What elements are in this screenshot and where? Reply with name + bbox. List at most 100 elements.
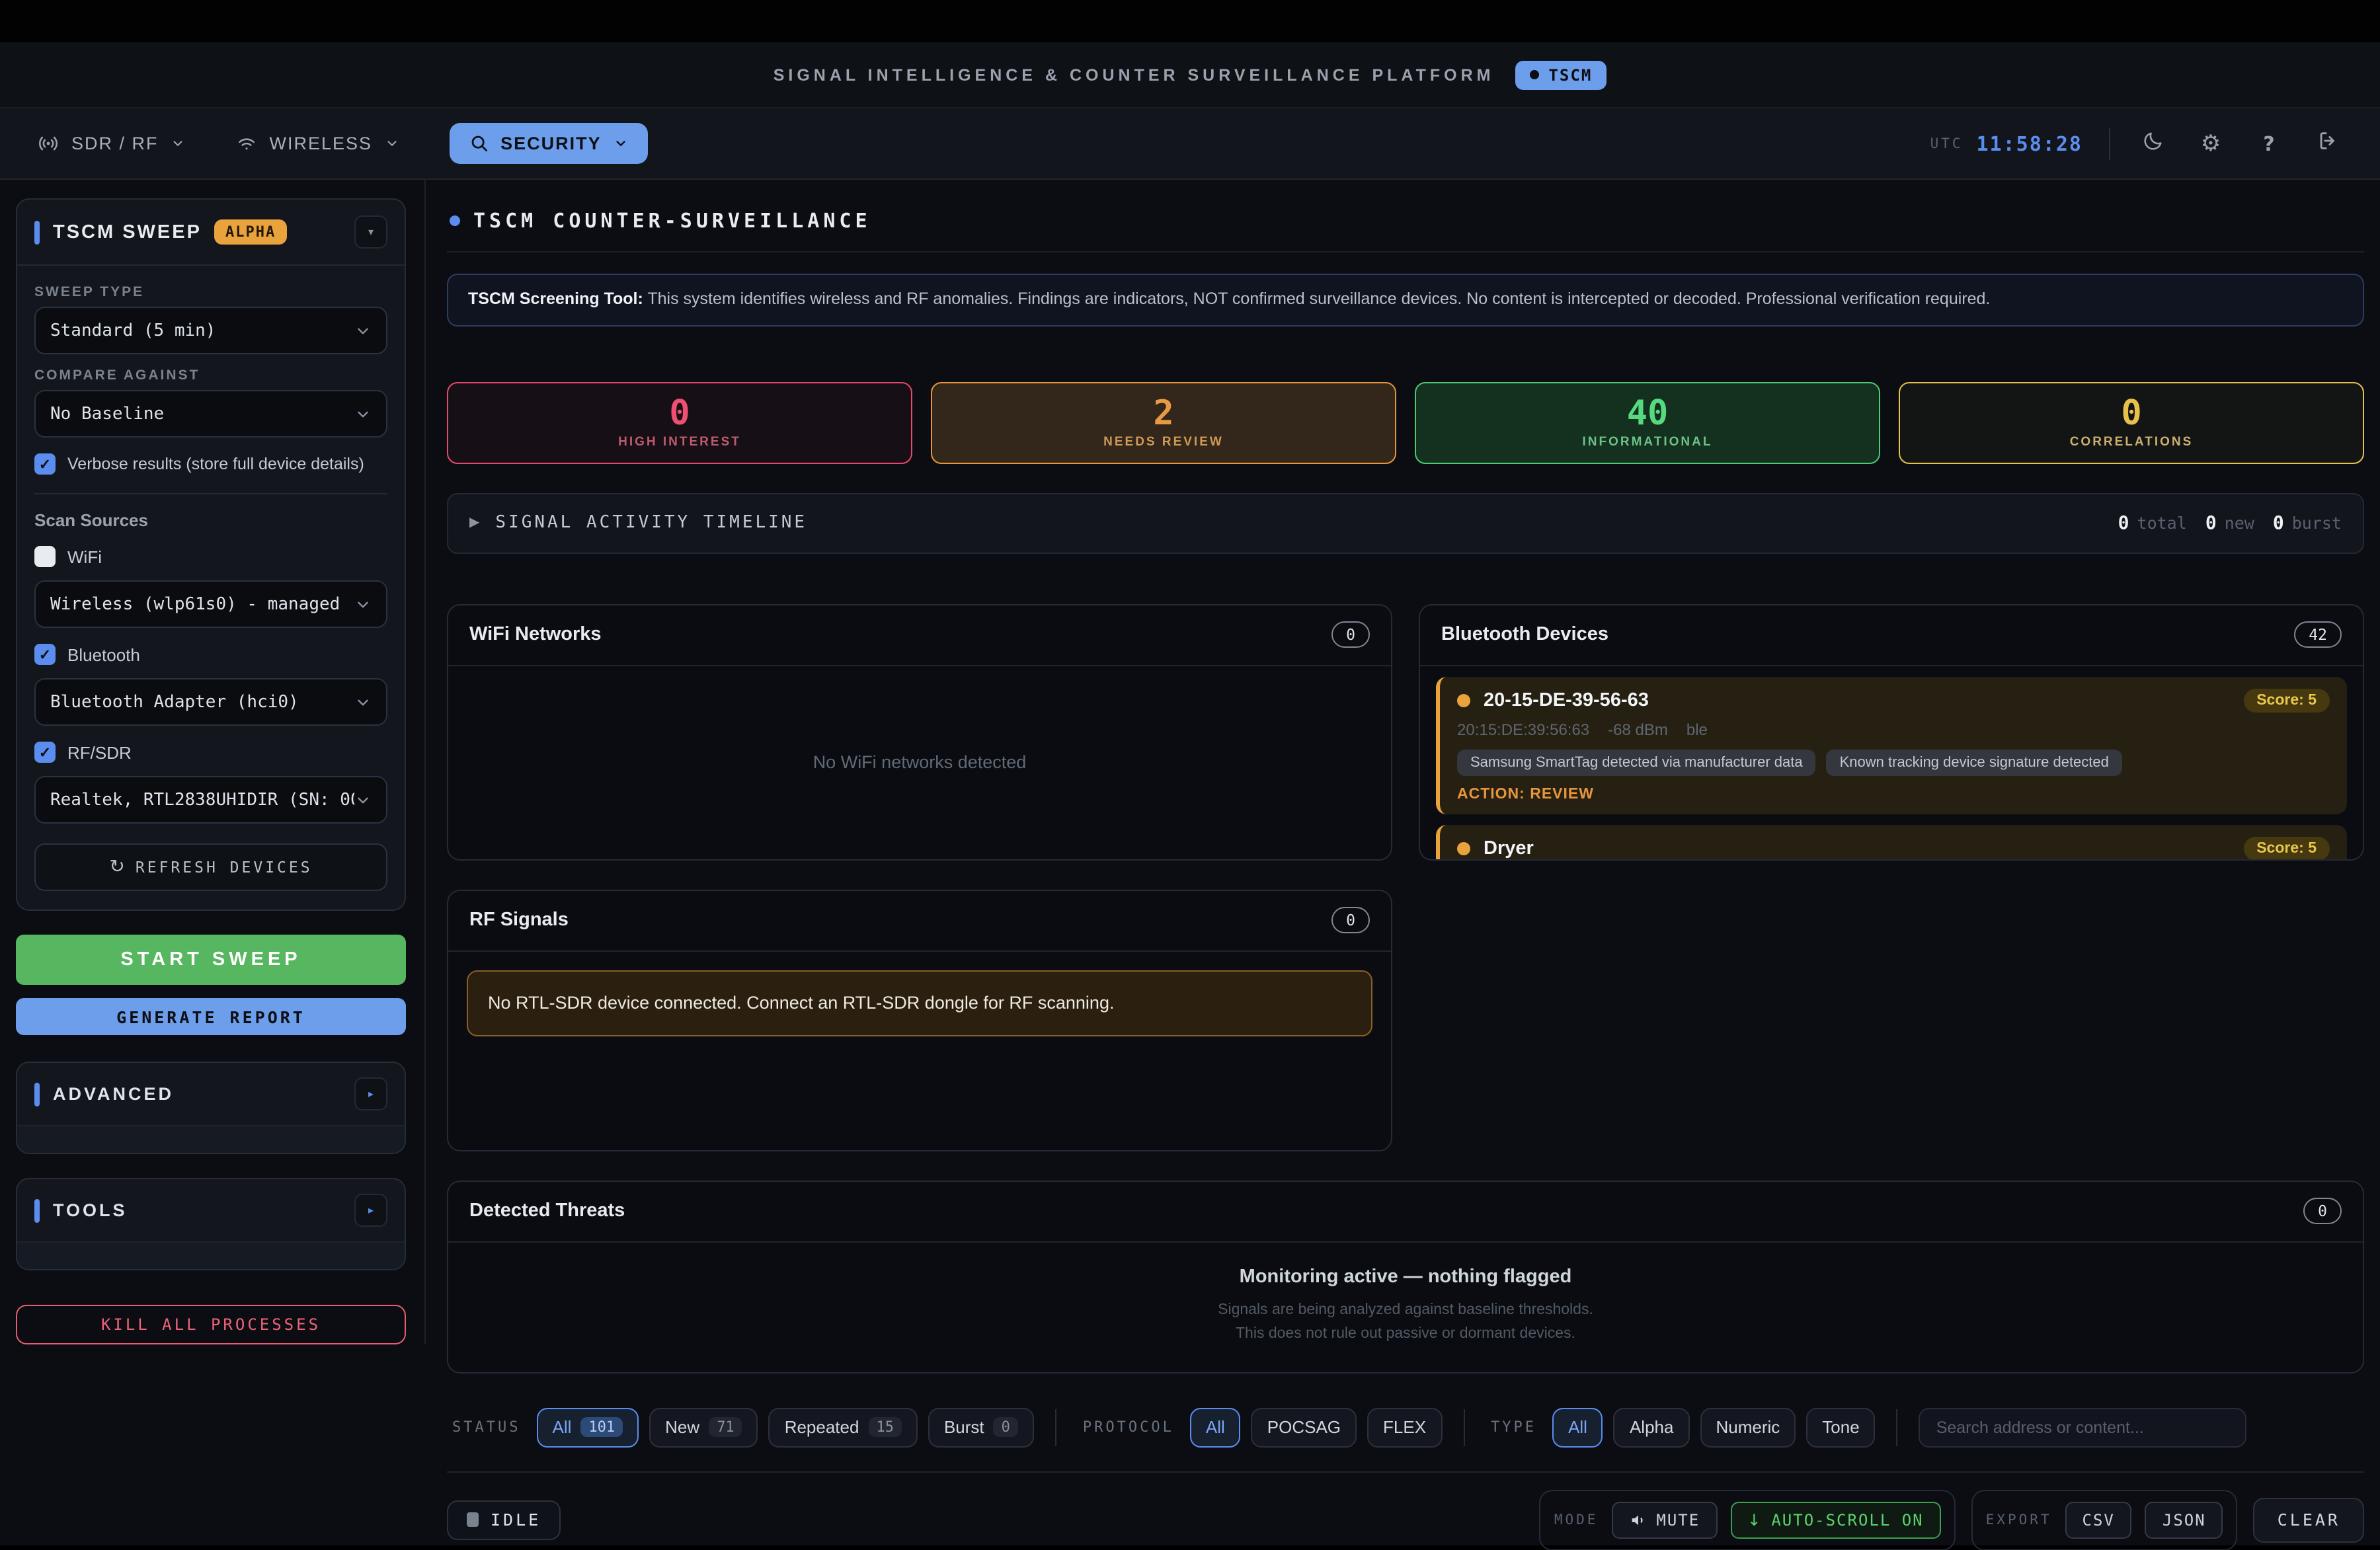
- tools-panel: TOOLS ▸: [16, 1178, 406, 1270]
- rfsdr-checkbox-row[interactable]: ✓ RF/SDR: [34, 742, 387, 763]
- expand-tools-button[interactable]: ▸: [354, 1194, 387, 1227]
- nav-security[interactable]: SECURITY: [449, 123, 648, 164]
- collapse-sweep-button[interactable]: ▾: [354, 215, 387, 249]
- wifi-adapter-select[interactable]: Wireless (wlp61s0) - managed: [34, 580, 387, 628]
- bluetooth-panel-header: Bluetooth Devices 42: [1420, 605, 2363, 666]
- refresh-devices-label: REFRESH DEVICES: [136, 858, 313, 876]
- chevron-down-icon: [384, 136, 399, 151]
- compare-against-label: COMPARE AGAINST: [34, 368, 387, 383]
- start-sweep-button[interactable]: START SWEEP: [16, 935, 406, 985]
- expand-advanced-button[interactable]: ▸: [354, 1077, 387, 1110]
- rfsdr-source-label: RF/SDR: [67, 742, 132, 762]
- filter-label: All: [1206, 1417, 1225, 1437]
- stat-value: 0: [2121, 396, 2141, 430]
- nav-sdr-rf[interactable]: SDR / RF: [37, 132, 185, 155]
- filter-label: Repeated: [785, 1417, 859, 1437]
- wifi-checkbox[interactable]: [34, 546, 56, 567]
- filter-divider: [1055, 1409, 1056, 1446]
- advanced-header[interactable]: ADVANCED ▸: [17, 1063, 405, 1126]
- run-state-pill: IDLE: [447, 1500, 561, 1539]
- device-title-row: 20-15-DE-39-56-63 Score: 5: [1457, 688, 2330, 712]
- brand-badge-label: TSCM: [1548, 65, 1592, 84]
- main-column: TSCM COUNTER-SURVEILLANCE TSCM Screening…: [426, 180, 2380, 1550]
- generate-report-button[interactable]: GENERATE REPORT: [16, 998, 406, 1035]
- timeline-total-value: 0: [2118, 512, 2129, 533]
- wifi-count-badge: 0: [1331, 621, 1370, 648]
- help-icon[interactable]: ?: [2253, 132, 2285, 155]
- device-tag: Samsung SmartTag detected via manufactur…: [1457, 749, 1816, 775]
- export-label: EXPORT: [1986, 1512, 2052, 1528]
- filter-type-alpha[interactable]: Alpha: [1614, 1407, 1690, 1447]
- filter-protocol-flex[interactable]: FLEX: [1367, 1407, 1442, 1447]
- rfsdr-device-value: Realtek, RTL2838UHIDIR (SN: 0000: [50, 790, 354, 810]
- advanced-strip: [17, 1126, 405, 1153]
- tools-title: TOOLS: [53, 1200, 128, 1220]
- refresh-devices-button[interactable]: ↻ REFRESH DEVICES: [34, 843, 387, 891]
- bluetooth-device-card[interactable]: Dryer Score: 5 68:3A:48:A9:8E:A4 -55 dBm…: [1436, 824, 2347, 860]
- filter-status-new[interactable]: New 71: [649, 1407, 758, 1447]
- tscm-sweep-header: TSCM SWEEP ALPHA ▾: [17, 200, 405, 266]
- search-icon: [469, 134, 489, 153]
- filter-label: New: [665, 1417, 699, 1437]
- filter-type-numeric[interactable]: Numeric: [1700, 1407, 1796, 1447]
- compare-against-value: No Baseline: [50, 404, 354, 424]
- filter-protocol-pocsag[interactable]: POCSAG: [1251, 1407, 1357, 1447]
- rfsdr-checkbox[interactable]: ✓: [34, 742, 56, 763]
- timeline-toggle[interactable]: ▶ SIGNAL ACTIVITY TIMELINE: [469, 513, 807, 533]
- sweep-type-select[interactable]: Standard (5 min): [34, 307, 387, 354]
- stat-value: 0: [669, 396, 690, 430]
- bluetooth-device-card[interactable]: 20-15-DE-39-56-63 Score: 5 20:15:DE:39:5…: [1436, 676, 2347, 814]
- export-group: EXPORT CSV JSON: [1971, 1489, 2238, 1550]
- wifi-panel-header: WiFi Networks 0: [448, 605, 1391, 666]
- filter-protocol-all[interactable]: All: [1190, 1407, 1241, 1447]
- bluetooth-checkbox-row[interactable]: ✓ Bluetooth: [34, 644, 387, 665]
- tools-header[interactable]: TOOLS ▸: [17, 1179, 405, 1243]
- stat-needs-review: 2 NEEDS REVIEW: [931, 381, 1396, 463]
- compare-against-select[interactable]: No Baseline: [34, 390, 387, 438]
- title-bar: SIGNAL INTELLIGENCE & COUNTER SURVEILLAN…: [0, 42, 2380, 108]
- device-name: Dryer: [1484, 837, 1534, 859]
- filter-status-burst[interactable]: Burst 0: [928, 1407, 1034, 1447]
- filter-type-all[interactable]: All: [1552, 1407, 1603, 1447]
- search-input[interactable]: [1919, 1407, 2247, 1447]
- verbose-checkbox[interactable]: ✓: [34, 453, 56, 475]
- bluetooth-checkbox[interactable]: ✓: [34, 644, 56, 665]
- filter-status-all[interactable]: All 101: [537, 1407, 639, 1447]
- verbose-checkbox-row[interactable]: ✓ Verbose results (store full device det…: [34, 453, 387, 475]
- threats-count-badge: 0: [2303, 1198, 2342, 1224]
- auto-scroll-toggle[interactable]: ↓ AUTO-SCROLL ON: [1730, 1501, 1940, 1538]
- status-bar: IDLE MODE MUTE ↓ AUTO-SCROLL ON: [447, 1471, 2364, 1550]
- filter-status-repeated[interactable]: Repeated 15: [769, 1407, 918, 1447]
- timeline-burst-value: 0: [2273, 512, 2284, 533]
- bluetooth-panel-title: Bluetooth Devices: [1441, 624, 1608, 645]
- stat-value: 2: [1153, 396, 1173, 430]
- settings-gear-icon[interactable]: ⚙: [2195, 130, 2227, 157]
- signal-activity-timeline[interactable]: ▶ SIGNAL ACTIVITY TIMELINE 0 total 0 new…: [447, 492, 2364, 553]
- kill-all-processes-button[interactable]: KILL ALL PROCESSES: [16, 1305, 406, 1344]
- type-filter-label: TYPE: [1491, 1418, 1536, 1436]
- export-json-button[interactable]: JSON: [2145, 1501, 2223, 1538]
- rfsdr-device-select[interactable]: Realtek, RTL2838UHIDIR (SN: 0000: [34, 776, 387, 824]
- mute-button[interactable]: MUTE: [1611, 1501, 1717, 1538]
- wifi-checkbox-row[interactable]: WiFi: [34, 546, 387, 567]
- export-csv-button[interactable]: CSV: [2065, 1501, 2132, 1538]
- utc-clock: 11:58:28: [1977, 132, 2083, 155]
- device-rssi: -68 dBm: [1608, 720, 1668, 738]
- filter-count: 71: [709, 1417, 742, 1437]
- dark-mode-moon-icon[interactable]: [2137, 129, 2168, 158]
- detected-threats-panel: Detected Threats 0 Monitoring active — n…: [447, 1180, 2364, 1373]
- bluetooth-adapter-select[interactable]: Bluetooth Adapter (hci0): [34, 678, 387, 726]
- clear-button[interactable]: CLEAR: [2254, 1497, 2364, 1542]
- status-filter-label: STATUS: [452, 1418, 521, 1436]
- verbose-label: Verbose results (store full device detai…: [67, 455, 364, 473]
- logout-icon[interactable]: [2311, 129, 2343, 158]
- auto-scroll-label: AUTO-SCROLL ON: [1771, 1510, 1923, 1529]
- filter-type-tone[interactable]: Tone: [1806, 1407, 1875, 1447]
- wifi-panel-title: WiFi Networks: [469, 624, 602, 645]
- chevron-down-icon: [354, 322, 372, 339]
- nav-wireless[interactable]: WIRELESS: [235, 132, 399, 155]
- device-title-row: Dryer Score: 5: [1457, 836, 2330, 860]
- refresh-icon: ↻: [109, 857, 124, 878]
- wifi-source-label: WiFi: [67, 547, 102, 566]
- chevron-down-icon: [354, 405, 372, 422]
